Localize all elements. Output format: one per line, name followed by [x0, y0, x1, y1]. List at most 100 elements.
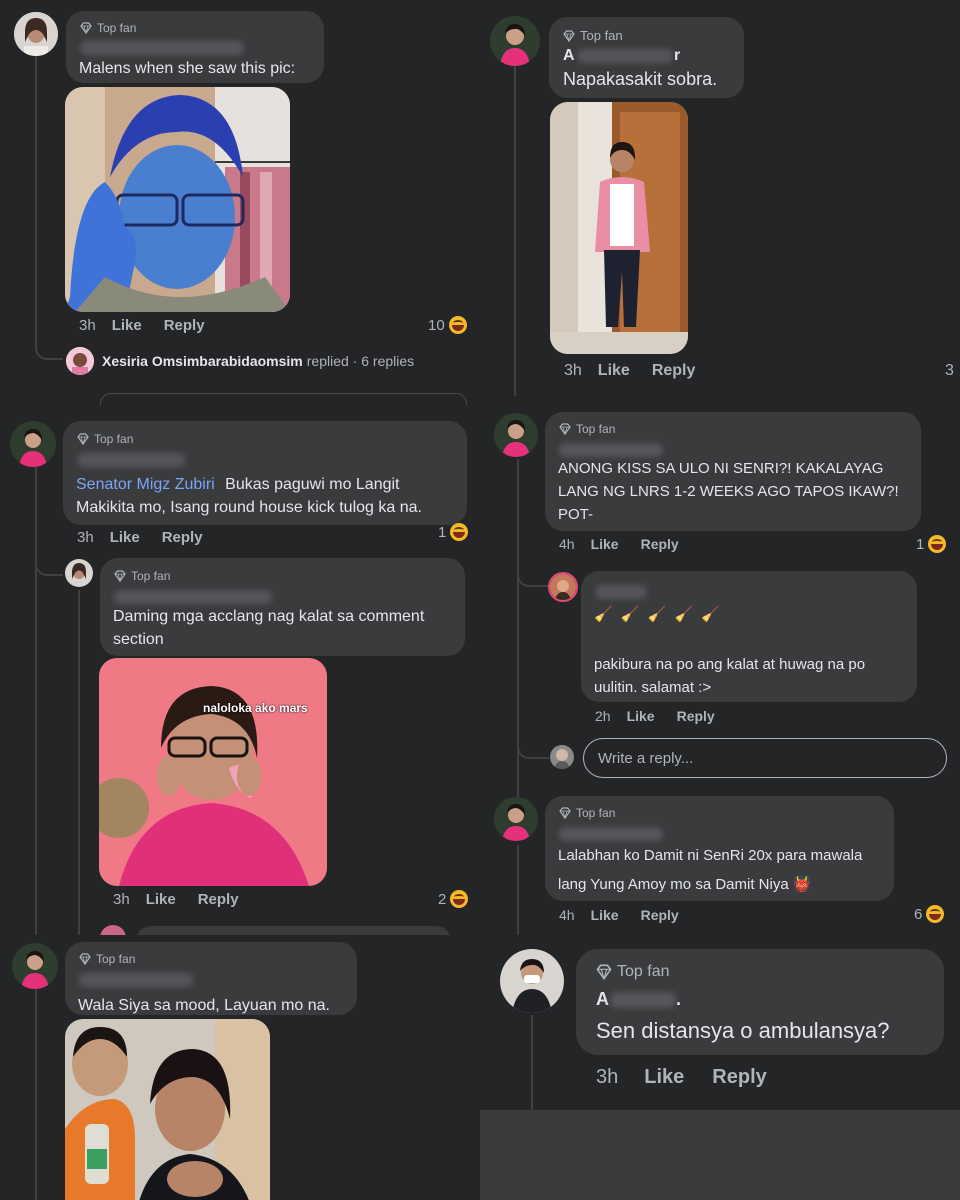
mention-link[interactable]: Senator Migz Zubiri — [76, 476, 215, 493]
reaction-number: 3 — [945, 362, 954, 379]
reply-button[interactable]: Reply — [162, 529, 203, 546]
comment-text: Sen distansya o ambulansya? — [596, 1018, 890, 1043]
replier-name-blurred[interactable] — [595, 585, 647, 599]
reply-avatar[interactable] — [548, 572, 578, 602]
commenter-name-blurred[interactable] — [79, 973, 193, 987]
reply-image-naloloka[interactable]: naloloka ako mars — [99, 658, 327, 886]
like-button[interactable]: Like — [112, 317, 142, 334]
replier-avatar — [66, 347, 94, 375]
top-fan-badge: Top fan — [77, 432, 133, 446]
reaction-number: 2 — [438, 890, 447, 908]
laugh-emoji-icon — [928, 535, 947, 553]
replier-name-blurred[interactable] — [114, 590, 272, 604]
view-replies-link[interactable]: Xesiria Omsimbarabidaomsim replied · 6 r… — [66, 347, 414, 375]
reply-text-line2: section — [113, 631, 164, 648]
replier-name: Xesiria Omsimbarabidaomsim — [102, 353, 303, 369]
comment-time: 3h — [77, 529, 94, 546]
top-fan-label: Top fan — [576, 422, 616, 436]
reply-button[interactable]: Reply — [198, 891, 239, 908]
reaction-count[interactable]: 10 — [428, 316, 467, 334]
comment-text: Senator Migz Zubiri Bukas paguwi mo Lang… — [76, 473, 422, 519]
commenter-name-start[interactable]: A — [596, 989, 609, 1010]
reply-actions: 3h Like Reply — [113, 891, 261, 908]
commenter-name-blurred[interactable] — [77, 453, 185, 467]
comment-time: 3h — [596, 1066, 619, 1088]
comment-time: 4h — [559, 536, 575, 552]
like-button[interactable]: Like — [110, 529, 140, 546]
comment-time: 4h — [559, 907, 575, 923]
comment-text-line1: ANONG KISS SA ULO NI SENRI?! KAKALAYAG — [558, 460, 884, 477]
reply-actions: 2h Like Reply — [595, 708, 737, 724]
panel-comment-napakasakit: Top fan A r Napakasakit sobra. 3h Like R… — [480, 0, 960, 405]
commenter-name-end: r — [674, 47, 681, 64]
like-button[interactable]: Like — [598, 362, 630, 380]
top-fan-label: Top fan — [97, 21, 137, 35]
comment-image-seated[interactable] — [65, 1019, 270, 1200]
comment-bubble: Top fan Malens when she saw this pic: — [66, 11, 324, 83]
panel-comment-senri: Top fan ANONG KISS SA ULO NI SENRI?! KAK… — [480, 405, 960, 935]
thread-line-reply — [78, 590, 80, 935]
thread-hook — [517, 563, 549, 587]
comment-time: 3h — [79, 317, 96, 334]
laugh-emoji-icon — [450, 523, 469, 541]
commenter-name-blurred[interactable] — [559, 443, 663, 457]
comment-bubble: Top fan A r Napakasakit sobra. — [549, 17, 744, 98]
commenter-avatar[interactable] — [494, 413, 538, 457]
top-fan-badge: Top fan — [596, 963, 669, 981]
commenter-avatar[interactable] — [12, 943, 58, 989]
reaction-count[interactable]: 1 — [916, 535, 947, 553]
commenter-avatar[interactable] — [10, 421, 56, 467]
commenter-avatar[interactable] — [494, 797, 538, 841]
comment-time: 3h — [564, 362, 582, 379]
diamond-icon — [596, 964, 612, 980]
comment-bubble: Top fan Wala Siya sa mood, Layuan mo na. — [65, 942, 357, 1015]
comment-text: ANONG KISS SA ULO NI SENRI?! KAKALAYAG L… — [558, 457, 899, 526]
commenter-avatar[interactable] — [490, 16, 540, 66]
comment-bubble: Top fan Senator Migz Zubiri Bukas paguwi… — [63, 421, 467, 525]
ogre-emoji: 👹 — [792, 876, 812, 893]
commenter-avatar[interactable] — [14, 12, 58, 56]
like-button[interactable]: Like — [591, 907, 619, 923]
reply-text: pakibura na po ang kalat at huwag na po … — [594, 653, 865, 699]
thread-line — [35, 54, 37, 344]
like-button[interactable]: Like — [591, 536, 619, 552]
top-fan-label: Top fan — [580, 28, 623, 43]
comment-text-line3: POT- — [558, 506, 594, 523]
reply-button[interactable]: Reply — [164, 317, 205, 334]
like-button[interactable]: Like — [146, 891, 176, 908]
comment-image-standing-woman[interactable] — [550, 102, 688, 354]
commenter-name-blurred[interactable] — [559, 827, 663, 841]
comment-actions: 4h Like Reply — [559, 907, 701, 923]
comment-text-line2: Makikita mo, Isang round house kick tulo… — [76, 499, 422, 516]
reply-avatar[interactable] — [65, 559, 93, 587]
comment-text-line1: Lalabhan ko Damit ni SenRi 20x para mawa… — [558, 847, 863, 864]
reply-button[interactable]: Reply — [641, 536, 679, 552]
like-button[interactable]: Like — [627, 708, 655, 724]
top-fan-label: Top fan — [131, 569, 171, 583]
reaction-count[interactable]: 6 — [914, 905, 945, 923]
commenter-name-start[interactable]: A — [563, 47, 575, 65]
reply-time: 3h — [113, 891, 130, 908]
panel-comment-migz: Top fan Senator Migz Zubiri Bukas paguwi… — [0, 405, 480, 935]
top-fan-badge: Top fan — [563, 28, 623, 43]
next-reply-partial — [100, 925, 126, 935]
reply-button[interactable]: Reply — [652, 362, 696, 380]
collage: Top fan Malens when she saw this pic: 3h… — [0, 0, 960, 1200]
reply-button[interactable]: Reply — [712, 1066, 766, 1089]
write-reply-input[interactable]: Write a reply... — [583, 738, 947, 778]
commenter-name-blurred[interactable] — [80, 41, 244, 55]
laugh-emoji-icon — [926, 905, 945, 923]
reply-button[interactable]: Reply — [641, 907, 679, 923]
like-button[interactable]: Like — [644, 1066, 684, 1089]
reaction-count[interactable]: 1 — [438, 523, 469, 541]
thread-hook — [517, 727, 549, 759]
reaction-count[interactable]: 2 — [438, 890, 469, 908]
comment-text: Lalabhan ko Damit ni SenRi 20x para mawa… — [558, 841, 862, 899]
comment-text-line2: LANG NG LNRS 1-2 WEEKS AGO TAPOS IKAW?! — [558, 483, 899, 500]
reaction-count[interactable]: 3 — [945, 362, 954, 380]
commenter-avatar[interactable] — [500, 949, 564, 1013]
thread-line — [531, 1015, 533, 1110]
comment-image-blue-face[interactable] — [65, 87, 290, 312]
reply-button[interactable]: Reply — [677, 708, 715, 724]
reply-bubble: 🧹 🧹 🧹 🧹 🧹 pakibura na po ang kalat at hu… — [581, 571, 917, 702]
